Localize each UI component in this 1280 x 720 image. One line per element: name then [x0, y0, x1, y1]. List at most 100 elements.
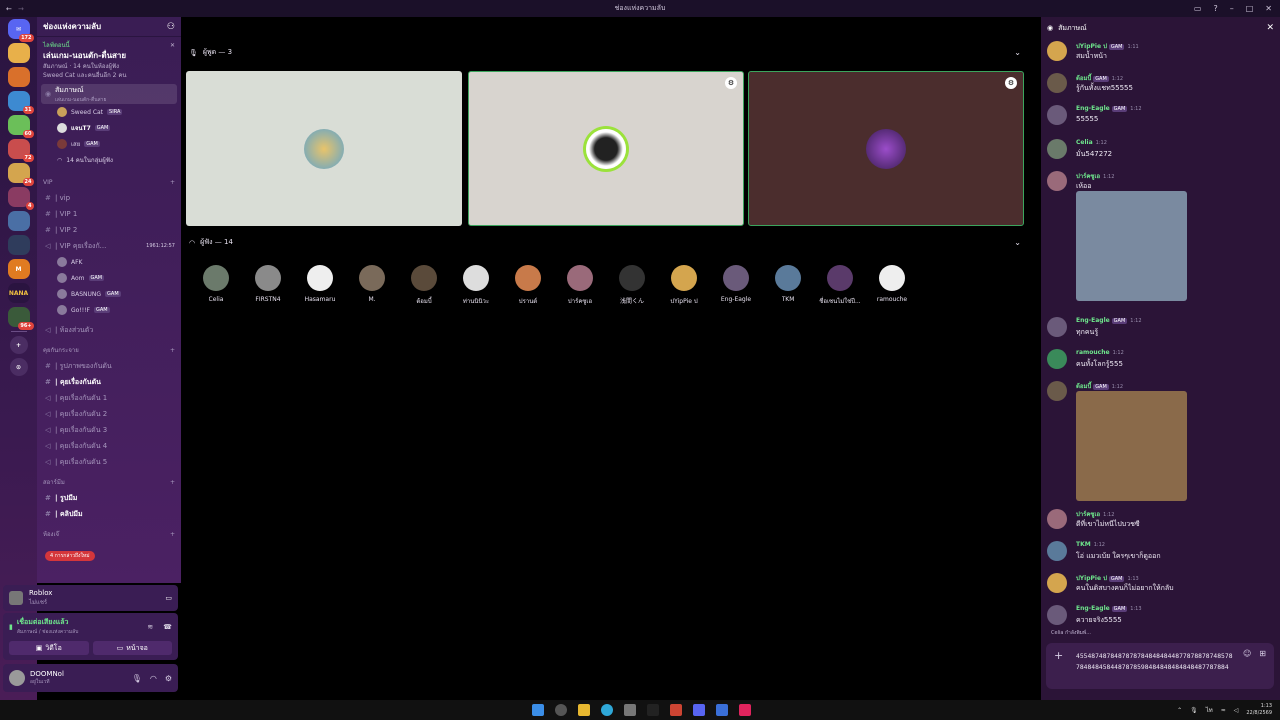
- category-rooms[interactable]: ห้องเจ๊ +: [37, 526, 181, 542]
- voice-channel[interactable]: ◁ | คุยเรื่องกันดัน 1: [37, 390, 181, 406]
- message-author[interactable]: Celia: [1076, 139, 1093, 146]
- server-icon[interactable]: M: [7, 259, 30, 279]
- voice-channel[interactable]: ◁ | คุยเรื่องกันดัน 5: [37, 454, 181, 470]
- speaker-tile[interactable]: [186, 71, 462, 226]
- avatar[interactable]: [1047, 605, 1067, 625]
- avatar[interactable]: [1047, 139, 1067, 159]
- message-author[interactable]: ต้อมบี้: [1076, 383, 1091, 390]
- voice-location[interactable]: สัมภาษณ์ / ช่องแห่งความลับ: [17, 628, 79, 636]
- voice-channel-vip[interactable]: ◁ | VIP คุยเรื่องกั... 1961:12:57: [37, 238, 181, 254]
- channel-item[interactable]: # | คุยเรื่องกันดัน: [37, 374, 181, 390]
- voice-channel[interactable]: ◁ | คุยเรื่องกันดัน 4: [37, 438, 181, 454]
- inbox-icon[interactable]: ▭: [1194, 4, 1202, 13]
- screen-share-icon[interactable]: ▭: [165, 594, 172, 602]
- voice-user[interactable]: Aom GAM: [37, 270, 181, 286]
- emoji-icon[interactable]: ☺: [1243, 649, 1251, 658]
- server-icon[interactable]: [7, 235, 30, 255]
- headphones-icon[interactable]: ◠: [150, 674, 157, 683]
- speaker-tile[interactable]: ⚙: [748, 71, 1024, 226]
- audience-member[interactable]: FIRSTN4: [242, 265, 294, 303]
- voice-user[interactable]: เสย GAM: [37, 136, 181, 152]
- avatar[interactable]: [1047, 381, 1067, 401]
- voice-user[interactable]: AFK: [37, 254, 181, 270]
- server-icon[interactable]: 24: [7, 163, 34, 186]
- audience-member[interactable]: ต้อมบี้: [398, 265, 450, 306]
- category-vip[interactable]: VIP +: [37, 174, 181, 190]
- server-icon[interactable]: [7, 67, 30, 87]
- voice-user[interactable]: Go!!!F GAM: [37, 302, 181, 318]
- channel-item[interactable]: # | VIP 1: [37, 206, 181, 222]
- app-icon[interactable]: [716, 704, 728, 716]
- edge-icon[interactable]: [601, 704, 613, 716]
- add-channel-icon[interactable]: +: [170, 531, 175, 538]
- help-icon[interactable]: ?: [1213, 4, 1217, 13]
- tiktok-icon[interactable]: [739, 704, 751, 716]
- new-mentions-pill[interactable]: 4 การกล่าวถึงใหม่: [45, 551, 95, 561]
- chevron-down-icon[interactable]: ⌄: [1014, 238, 1021, 247]
- message-author[interactable]: ปYipPie ป: [1076, 575, 1107, 582]
- audience-member[interactable]: ปรานต์: [502, 265, 554, 306]
- audience-member[interactable]: Hasamaru: [294, 265, 346, 303]
- app-icon[interactable]: [670, 704, 682, 716]
- message-author[interactable]: ramouche: [1076, 349, 1110, 356]
- add-attachment-icon[interactable]: +: [1054, 649, 1063, 662]
- activity-panel[interactable]: Roblox ไม่แชร์ ▭: [3, 585, 178, 611]
- discord-icon[interactable]: [693, 704, 705, 716]
- message-author[interactable]: ปYipPie ป: [1076, 43, 1107, 50]
- close-icon[interactable]: ✕: [1266, 23, 1274, 33]
- voice-channel[interactable]: ◁ | คุยเรื่องกันดัน 3: [37, 422, 181, 438]
- avatar[interactable]: [1047, 41, 1067, 61]
- audience-member[interactable]: ชื่อเซนไม่ใช่ปี...: [814, 265, 866, 306]
- live-event-card[interactable]: ไลฟ์ตอนนี้ ✕ เล่นเกม-นอนตัก-ตื่นสาย สัมภา…: [37, 37, 181, 84]
- close-icon[interactable]: ✕: [170, 41, 175, 50]
- category-meme[interactable]: สอาร์มีม +: [37, 474, 181, 490]
- audience-member[interactable]: ท่านนินิวะ: [450, 265, 502, 306]
- voice-user[interactable]: Sweed Cat SIRA: [37, 104, 181, 120]
- chevron-down-icon[interactable]: ⌄: [1014, 48, 1021, 57]
- image-attachment[interactable]: [1076, 391, 1187, 501]
- avatar[interactable]: [1047, 317, 1067, 337]
- message-author[interactable]: ต้อมบี้: [1076, 75, 1091, 82]
- message-author[interactable]: ปาร์คซูเอ: [1076, 173, 1100, 180]
- listeners-count[interactable]: ◠ 14 คนในกลุ่มผู้ฟัง: [37, 152, 181, 168]
- file-explorer-icon[interactable]: [578, 704, 590, 716]
- disconnect-icon[interactable]: ☎: [163, 623, 172, 631]
- server-icon[interactable]: 4: [7, 187, 34, 210]
- speakers-section-header[interactable]: 🎙 ผู้พูด — 3 ⌄: [189, 47, 1021, 58]
- avatar[interactable]: [1047, 541, 1067, 561]
- avatar[interactable]: [1047, 573, 1067, 593]
- audience-member[interactable]: Celia: [190, 265, 242, 303]
- server-icon[interactable]: 96+: [7, 307, 34, 330]
- channel-item[interactable]: # | vip: [37, 190, 181, 206]
- image-attachment[interactable]: [1076, 191, 1187, 301]
- channel-item[interactable]: # | รูปมีม: [37, 490, 181, 506]
- minimize-button[interactable]: –: [1230, 4, 1234, 13]
- avatar[interactable]: [1047, 105, 1067, 125]
- video-button[interactable]: ▣ วิดีโอ: [9, 641, 89, 655]
- audience-section-header[interactable]: ◠ ผู้ฟัง — 14 ⌄: [189, 237, 1021, 248]
- chevron-up-icon[interactable]: ⌃: [1177, 707, 1182, 714]
- avatar[interactable]: [1047, 509, 1067, 529]
- audience-member[interactable]: ปาร์คซูเอ: [554, 265, 606, 306]
- server-icon[interactable]: 60: [7, 115, 34, 138]
- settings-gear-icon[interactable]: ⚙: [165, 674, 172, 683]
- add-channel-icon[interactable]: +: [170, 347, 175, 354]
- channel-item[interactable]: # | รูปภาพของกันดัน: [37, 358, 181, 374]
- voice-channel[interactable]: ◁ | คุยเรื่องกันดัน 2: [37, 406, 181, 422]
- voice-channel-private[interactable]: ◁ | ห้องส่วนตัว: [37, 322, 181, 338]
- language-icon[interactable]: ไท: [1206, 705, 1213, 715]
- audience-member[interactable]: ปYipPie ป: [658, 265, 710, 306]
- audience-member[interactable]: M.: [346, 265, 398, 303]
- audience-member[interactable]: 浅間くん: [606, 265, 658, 305]
- add-channel-icon[interactable]: +: [170, 179, 175, 186]
- message-author[interactable]: Eng-Eagle: [1076, 605, 1110, 612]
- message-author[interactable]: TKM: [1076, 541, 1091, 548]
- discover-icon[interactable]: ⊙: [9, 358, 28, 376]
- screen-share-button[interactable]: ▭ หน้าจอ: [92, 641, 172, 655]
- voice-user[interactable]: แจนT7 GAM: [37, 120, 181, 136]
- server-icon[interactable]: 31: [7, 91, 34, 114]
- volume-icon[interactable]: ◁: [1234, 707, 1239, 714]
- server-icon[interactable]: [7, 211, 30, 231]
- server-icon[interactable]: [7, 43, 30, 63]
- wifi-icon[interactable]: ≈: [1221, 707, 1226, 714]
